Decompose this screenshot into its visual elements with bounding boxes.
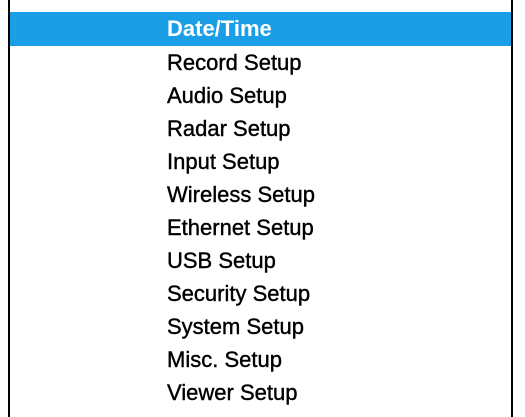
setup-menu-list: Date/Time Record Setup Audio Setup Radar… xyxy=(10,12,511,409)
menu-item-misc-setup[interactable]: Misc. Setup xyxy=(10,343,511,376)
menu-item-system-setup[interactable]: System Setup xyxy=(10,310,511,343)
menu-item-input-setup[interactable]: Input Setup xyxy=(10,145,511,178)
menu-item-viewer-setup[interactable]: Viewer Setup xyxy=(10,376,511,409)
menu-item-date-time[interactable]: Date/Time xyxy=(10,12,511,46)
menu-item-audio-setup[interactable]: Audio Setup xyxy=(10,79,511,112)
menu-item-radar-setup[interactable]: Radar Setup xyxy=(10,112,511,145)
setup-menu-panel: Date/Time Record Setup Audio Setup Radar… xyxy=(8,0,513,417)
menu-item-record-setup[interactable]: Record Setup xyxy=(10,46,511,79)
menu-item-security-setup[interactable]: Security Setup xyxy=(10,277,511,310)
menu-item-usb-setup[interactable]: USB Setup xyxy=(10,244,511,277)
menu-item-wireless-setup[interactable]: Wireless Setup xyxy=(10,178,511,211)
menu-item-ethernet-setup[interactable]: Ethernet Setup xyxy=(10,211,511,244)
